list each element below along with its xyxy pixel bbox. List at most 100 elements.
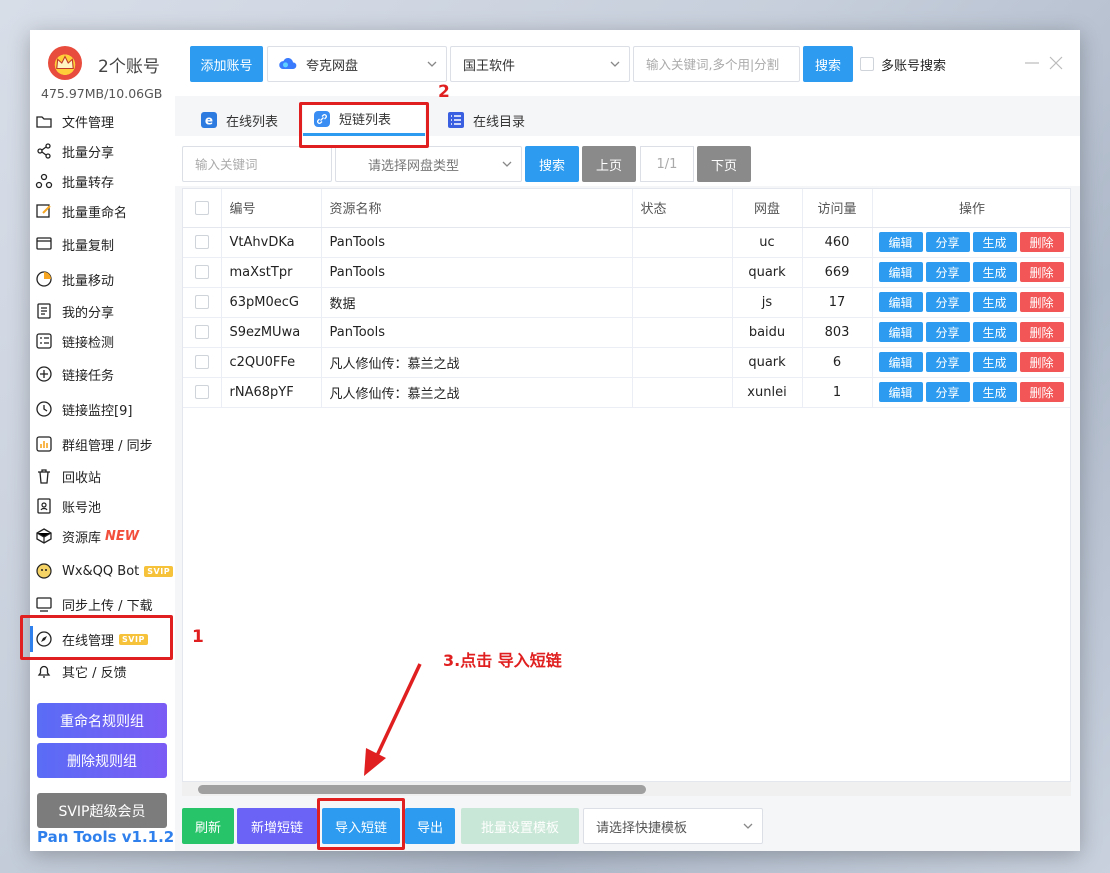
short-link-keyword-input[interactable] [182,146,332,182]
sidebar-item-link-check[interactable]: 链接检测 [30,328,175,354]
multi-account-checkbox[interactable] [860,57,874,71]
edit-button[interactable]: 编辑 [878,322,923,342]
sidebar-item-folder[interactable]: 文件管理 [30,108,175,134]
edit-button[interactable]: 编辑 [878,382,923,402]
scrollbar-thumb[interactable] [198,785,646,794]
cell-name: 凡人修仙传：慕兰之战 [321,347,633,378]
cell-ops: 编辑 分享 生成 删除 [872,257,1070,288]
table-body: VtAhvDKa PanTools uc 460 编辑 分享 生成 删除 maXstTpr Pan… [183,227,1070,408]
sidebar-item-copy[interactable]: 批量复制 [30,231,175,257]
tab-online-list[interactable]: e 在线列表 [190,104,288,136]
disk-type-select[interactable]: 请选择网盘类型 [335,146,522,182]
row-checkbox[interactable] [194,295,209,309]
row-checkbox[interactable] [194,385,209,399]
cell-status [632,377,733,408]
sidebar-item-label: 链接监控[9] [62,403,133,419]
generate-button[interactable]: 生成 [972,262,1017,282]
sidebar-item-sync[interactable]: 同步上传 / 下载 [30,591,175,617]
delete-button[interactable]: 删除 [1019,292,1064,312]
delete-button[interactable]: 删除 [1019,262,1064,282]
highlight-short-link-tab [299,102,429,148]
sidebar-item-link-task[interactable]: 链接任务 [30,361,175,387]
link-task-icon [35,365,53,383]
share-button[interactable]: 分享 [925,262,970,282]
minimize-icon[interactable] [1023,54,1041,72]
generate-button[interactable]: 生成 [972,352,1017,372]
search-button[interactable]: 搜索 [803,46,853,82]
delete-rules-button[interactable]: 删除规则组 [37,743,167,778]
delete-button[interactable]: 删除 [1019,382,1064,402]
prev-page-button[interactable]: 上页 [582,146,636,182]
row-checkbox-cell [183,257,222,288]
keyword-search-input[interactable] [633,46,800,82]
page-indicator: 1/1 [640,146,694,182]
horizontal-scrollbar[interactable] [182,782,1071,796]
generate-button[interactable]: 生成 [972,292,1017,312]
delete-button[interactable]: 删除 [1019,322,1064,342]
cell-disk: js [732,287,803,318]
delete-button[interactable]: 删除 [1019,352,1064,372]
generate-button[interactable]: 生成 [972,232,1017,252]
export-button[interactable]: 导出 [405,808,455,844]
sidebar-item-my-share[interactable]: 我的分享 [30,298,175,324]
cell-disk: baidu [732,317,803,348]
select-all-checkbox[interactable] [194,200,209,215]
tab-online-directory[interactable]: 在线目录 [437,104,535,136]
batch-template-button[interactable]: 批量设置模板 [461,808,579,844]
row-checkbox[interactable] [194,325,209,339]
sidebar-item-label: 回收站 [62,470,102,486]
row-checkbox[interactable] [194,355,209,369]
sidebar-item-label: 我的分享 [62,305,115,321]
sidebar-item-trash[interactable]: 回收站 [30,463,175,489]
edit-button[interactable]: 编辑 [878,352,923,372]
sidebar-item-bell[interactable]: 其它 / 反馈 [30,658,175,684]
add-short-link-button[interactable]: 新增短链 [237,808,317,844]
svip-button[interactable]: SVIP超级会员 [37,793,167,828]
share-button[interactable]: 分享 [925,352,970,372]
bot-icon [35,562,53,580]
sidebar-item-move[interactable]: 批量移动 [30,266,175,292]
table-row: VtAhvDKa PanTools uc 460 编辑 分享 生成 删除 [183,227,1070,258]
share-button[interactable]: 分享 [925,292,970,312]
storage-usage: 475.97MB/10.06GB [41,86,163,101]
filter-search-button[interactable]: 搜索 [525,146,579,182]
sidebar-item-label: 批量复制 [62,238,115,254]
row-checkbox[interactable] [194,235,209,249]
sidebar-item-transfer[interactable]: 批量转存 [30,168,175,194]
sidebar-item-bot[interactable]: Wx&QQ Bot SVIP [30,558,175,584]
edit-button[interactable]: 编辑 [878,232,923,252]
refresh-button[interactable]: 刷新 [182,808,234,844]
sidebar-item-account-pool[interactable]: 账号池 [30,493,175,519]
sidebar-item-share[interactable]: 批量分享 [30,138,175,164]
sidebar-item-label: 批量重命名 [62,205,128,221]
rename-rules-button[interactable]: 重命名规则组 [37,703,167,738]
add-account-button[interactable]: 添加账号 [190,46,263,82]
share-button[interactable]: 分享 [925,322,970,342]
next-page-button[interactable]: 下页 [697,146,751,182]
generate-button[interactable]: 生成 [972,382,1017,402]
sidebar-item-link-monitor[interactable]: 链接监控[9] [30,396,175,422]
sidebar-item-group[interactable]: 群组管理 / 同步 [30,431,175,457]
sidebar-item-label: 批量移动 [62,273,115,289]
generate-button[interactable]: 生成 [972,322,1017,342]
annotation-1: 1 [192,627,204,647]
share-button[interactable]: 分享 [925,382,970,402]
list-icon [448,112,464,128]
sidebar-item-resource[interactable]: 资源库 NEW [30,523,175,549]
template-select[interactable]: 请选择快捷模板 [583,808,763,844]
link-monitor-icon [35,400,53,418]
sidebar-item-rename[interactable]: 批量重命名 [30,198,175,224]
category-select[interactable]: 国王软件 [450,46,630,82]
disk-select[interactable]: 夸克网盘 [267,46,447,82]
sidebar: 2个账号 475.97MB/10.06GB 文件管理批量分享批量转存批量重命名批… [30,30,185,851]
cell-status [632,317,733,348]
account-count[interactable]: 2个账号 [98,52,160,77]
share-button[interactable]: 分享 [925,232,970,252]
delete-button[interactable]: 删除 [1019,232,1064,252]
edit-button[interactable]: 编辑 [878,292,923,312]
close-icon[interactable] [1047,54,1065,72]
app-window: 2个账号 475.97MB/10.06GB 文件管理批量分享批量转存批量重命名批… [20,30,1080,851]
edit-button[interactable]: 编辑 [878,262,923,282]
row-checkbox[interactable] [194,265,209,279]
row-checkbox-cell [183,287,222,318]
